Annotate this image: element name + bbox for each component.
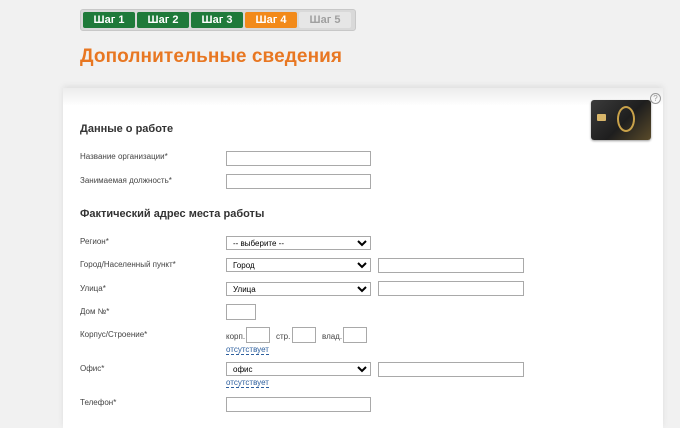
address-section-title: Фактический адрес места работы xyxy=(80,208,265,220)
vlad-label: влад. xyxy=(322,332,343,341)
street-type-select[interactable]: Улица xyxy=(226,282,371,296)
street-input[interactable] xyxy=(378,281,524,296)
region-select[interactable]: -- выберите -- xyxy=(226,236,371,250)
street-label: Улица* xyxy=(80,284,106,293)
building-absent-link[interactable]: отсутствует xyxy=(226,345,269,355)
help-icon[interactable]: ? xyxy=(650,93,661,104)
position-label: Занимаемая должность* xyxy=(80,176,172,185)
office-absent-link[interactable]: отсутствует xyxy=(226,378,269,388)
office-input[interactable] xyxy=(378,362,524,377)
step-1-tab[interactable]: Шаг 1 xyxy=(83,12,135,28)
work-section-title: Данные о работе xyxy=(80,123,174,135)
region-label: Регион* xyxy=(80,237,109,246)
phone-label: Телефон* xyxy=(80,398,117,407)
card-chip xyxy=(597,114,606,121)
vlad-input[interactable] xyxy=(343,327,367,343)
panel-top-gradient xyxy=(63,88,663,106)
str-label: стр. xyxy=(276,332,291,341)
position-input[interactable] xyxy=(226,174,371,189)
step-2-tab[interactable]: Шаг 2 xyxy=(137,12,189,28)
step-5-tab: Шаг 5 xyxy=(299,12,351,28)
korp-input[interactable] xyxy=(246,327,270,343)
phone-input[interactable] xyxy=(226,397,371,412)
house-input[interactable] xyxy=(226,304,256,320)
office-type-select[interactable]: офис xyxy=(226,362,371,376)
steps-bar: Шаг 1 Шаг 2 Шаг 3 Шаг 4 Шаг 5 xyxy=(80,9,356,31)
building-label: Корпус/Строение* xyxy=(80,330,148,339)
city-label: Город/Населенный пункт* xyxy=(80,260,176,269)
house-label: Дом №* xyxy=(80,307,110,316)
page-title: Дополнительные сведения xyxy=(80,46,343,67)
step-3-tab[interactable]: Шаг 3 xyxy=(191,12,243,28)
org-name-input[interactable] xyxy=(226,151,371,166)
card-logo xyxy=(617,106,635,132)
org-name-label: Название организации* xyxy=(80,152,168,161)
city-input[interactable] xyxy=(378,258,524,273)
str-input[interactable] xyxy=(292,327,316,343)
city-type-select[interactable]: Город xyxy=(226,258,371,272)
step-4-tab[interactable]: Шаг 4 xyxy=(245,12,297,28)
korp-label: корп. xyxy=(226,332,246,341)
office-label: Офис* xyxy=(80,364,105,373)
bank-card-image xyxy=(591,100,651,140)
